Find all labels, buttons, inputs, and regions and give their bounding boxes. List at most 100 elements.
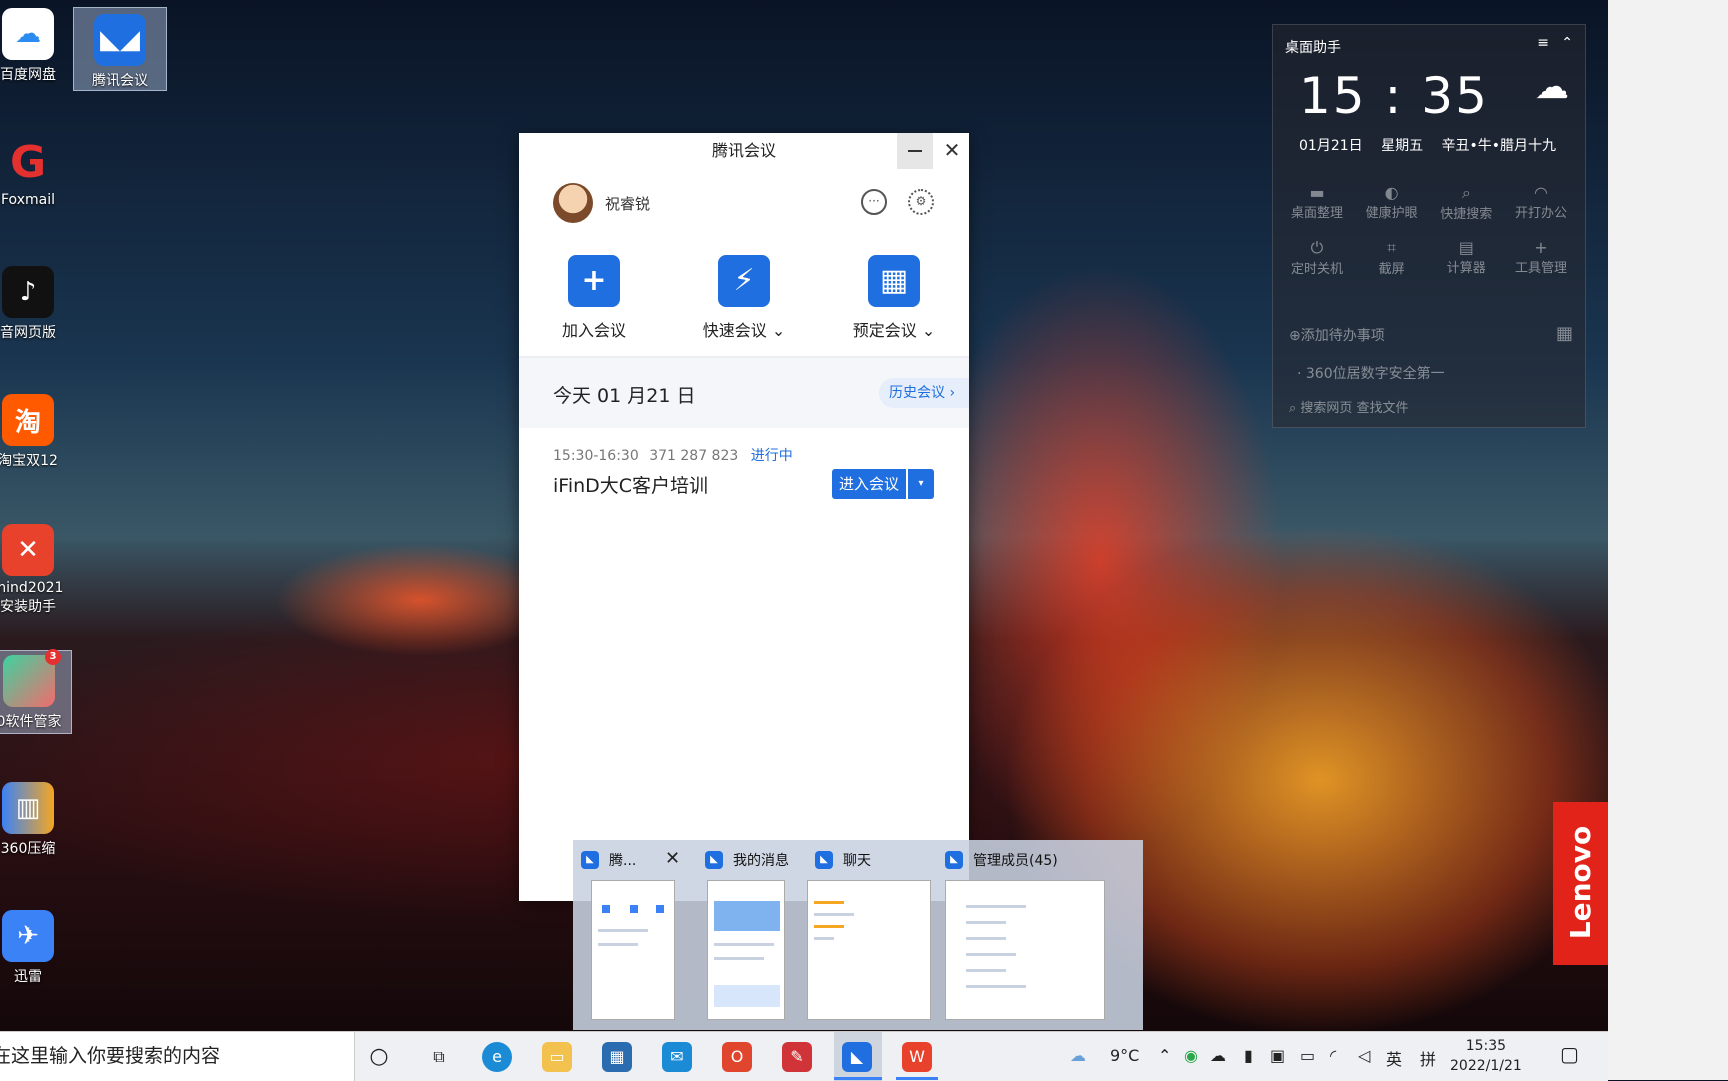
preview-window-main[interactable]: ◣ 腾... ✕ — [573, 840, 695, 1030]
desktop-icon-label: 360压缩 — [0, 841, 56, 857]
onedrive-icon[interactable]: ☁ — [1210, 1046, 1226, 1065]
tencent-meeting-icon: ◣ — [945, 851, 963, 869]
notification-center-icon[interactable]: ▢ — [1560, 1042, 1579, 1066]
microsoft-store-icon[interactable]: ▦ — [602, 1042, 632, 1072]
desktop-icon-label: 0软件管家 — [0, 714, 62, 730]
foxmail-icon: G — [9, 136, 47, 188]
microphone-icon[interactable]: ▮ — [1244, 1046, 1253, 1065]
tool-eye-care[interactable]: ◐ 健康护眼 — [1358, 183, 1426, 222]
edge-browser-icon[interactable]: e — [482, 1042, 512, 1072]
tencent-meeting-icon: ◣◢ — [94, 14, 146, 66]
ime-language[interactable]: 英 — [1386, 1046, 1402, 1070]
quick-meeting-button[interactable]: ⚡ 快速会议 ⌄ — [689, 255, 799, 341]
power-icon: ⏻ — [1310, 238, 1324, 257]
tool-calculator[interactable]: ▤ 计算器 — [1432, 238, 1500, 277]
desktop-icon-label: 百度网盘 — [0, 67, 56, 83]
desktop-icon-baidu-netdisk[interactable]: ☁ 百度网盘 — [0, 8, 70, 84]
search-icon: ⌕ — [1461, 183, 1471, 202]
close-button[interactable]: ✕ — [935, 133, 969, 169]
news-item[interactable]: · 360位居数字安全第一 — [1297, 363, 1445, 383]
clock-time: 15:35 — [1465, 1038, 1507, 1054]
widget-search-links[interactable]: ⌕ 搜索网页 查找文件 — [1289, 397, 1409, 416]
history-meetings-button[interactable]: 历史会议 › — [879, 378, 969, 408]
join-meeting-button[interactable]: + 加入会议 — [539, 255, 649, 341]
organize-icon: ▬ — [1309, 183, 1325, 202]
avatar[interactable] — [553, 183, 593, 223]
qr-code-icon[interactable]: ▦ — [1556, 323, 1573, 344]
minimize-button[interactable] — [897, 133, 933, 169]
widget-title: 桌面助手 — [1285, 40, 1341, 56]
gear-icon[interactable]: ⚙ — [908, 189, 934, 215]
tencent-meeting-icon: ◣ — [581, 851, 599, 869]
tool-scheduled-shutdown[interactable]: ⏻ 定时关机 — [1283, 238, 1351, 277]
desktop-icon-xmind[interactable]: ✕ mind2021 安装助手 — [0, 524, 70, 616]
widget-date-day: 01月21日 — [1299, 138, 1363, 154]
tool-manage[interactable]: + 工具管理 — [1507, 238, 1575, 277]
display-icon[interactable]: ▣ — [1270, 1046, 1285, 1065]
meeting-meta: 15:30-16:30 371 287 823 进行中 — [553, 445, 793, 465]
chevron-down-icon[interactable]: ⌄ — [772, 321, 785, 340]
today-label: 今天 01 月21 日 — [553, 385, 696, 407]
notification-badge: 3 — [45, 649, 61, 665]
ime-mode[interactable]: 拼 — [1420, 1046, 1436, 1070]
security-icon[interactable]: ◉ — [1184, 1046, 1198, 1065]
day-header: 今天 01 月21 日 历史会议 › — [519, 358, 969, 428]
user-profile[interactable]: 祝睿锐 — [553, 181, 650, 225]
taskbar-search-box[interactable]: 在这里输入你要搜索的内容 — [0, 1032, 355, 1081]
enter-meeting-dropdown[interactable]: ▾ — [908, 469, 934, 499]
tool-screenshot[interactable]: ⌗ 截屏 — [1358, 238, 1426, 277]
cloud-weather-icon[interactable]: ☁ — [1535, 67, 1569, 107]
desktop-icon-360-zip[interactable]: ▥ 360压缩 — [0, 782, 70, 858]
collapse-icon[interactable]: ⌃ — [1561, 35, 1573, 51]
volume-icon[interactable]: ◁ — [1358, 1046, 1370, 1065]
window-title: 腾讯会议 ✕ — [519, 133, 969, 169]
preview-window-messages[interactable]: ◣ 我的消息 — [697, 840, 805, 1030]
taskbar: 在这里输入你要搜索的内容 ○ ⧉ e ▭ ▦ ✉ O ✎ ◣ W ☁ 9°C ⌃… — [0, 1031, 1608, 1081]
pdf-reader-icon[interactable]: ✎ — [782, 1042, 812, 1072]
add-todo-button[interactable]: ⊕添加待办事项 — [1289, 325, 1385, 345]
widget-date: 01月21日 星期五 辛丑•牛•腊月十九 — [1299, 135, 1570, 155]
preview-thumbnail[interactable] — [807, 880, 931, 1020]
plus-icon: + — [568, 255, 620, 307]
desktop-icon-xunlei[interactable]: ✈ 迅雷 — [0, 910, 70, 986]
desktop-icon-tencent-meeting[interactable]: ◣◢ 腾讯会议 — [73, 7, 167, 91]
schedule-meeting-button[interactable]: ▦ 预定会议 ⌄ — [839, 255, 949, 341]
meeting-name[interactable]: iFinD大C客户培训 — [553, 471, 708, 498]
close-icon[interactable]: ✕ — [665, 848, 680, 869]
cortana-icon[interactable]: ○ — [364, 1042, 394, 1072]
calendar-icon: ▦ — [868, 255, 920, 307]
preview-window-members[interactable]: ◣ 管理成员(45) — [937, 840, 1143, 1030]
file-explorer-icon[interactable]: ▭ — [542, 1042, 572, 1072]
enter-meeting-button[interactable]: 进入会议 — [832, 469, 906, 499]
desktop-icon-label: 音网页版 — [0, 325, 56, 341]
clock-date: 2022/1/21 — [1450, 1058, 1522, 1074]
weather-temperature[interactable]: 9°C — [1110, 1046, 1139, 1065]
preview-window-chat[interactable]: ◣ 聊天 — [807, 840, 935, 1030]
weather-icon[interactable]: ☁ — [1070, 1046, 1086, 1065]
lightning-icon: ⚡ — [718, 255, 770, 307]
desktop-icon-foxmail[interactable]: G Foxmail — [0, 136, 70, 209]
chevron-down-icon[interactable]: ⌄ — [922, 321, 935, 340]
desktop-icon-douyin[interactable]: ♪ 音网页版 — [0, 266, 70, 342]
message-icon[interactable]: ··· — [861, 189, 887, 215]
preview-thumbnail[interactable] — [591, 880, 675, 1020]
office-icon[interactable]: O — [722, 1042, 752, 1072]
task-view-icon[interactable]: ⧉ — [424, 1042, 454, 1072]
wifi-icon[interactable]: ◜ — [1330, 1046, 1336, 1065]
battery-icon[interactable]: ▭ — [1300, 1046, 1315, 1065]
tencent-meeting-icon: ◣ — [815, 851, 833, 869]
tencent-meeting-taskbar-icon[interactable]: ◣ — [842, 1042, 872, 1072]
wps-icon[interactable]: W — [902, 1042, 932, 1072]
mail-icon[interactable]: ✉ — [662, 1042, 692, 1072]
show-hidden-icons[interactable]: ⌃ — [1158, 1046, 1171, 1065]
desktop-icon-software-manager[interactable]: 3 0软件管家 — [0, 649, 72, 734]
minimize-icon — [908, 150, 922, 152]
menu-icon[interactable]: ≡ — [1537, 35, 1549, 51]
tool-quick-search[interactable]: ⌕ 快捷搜索 — [1432, 183, 1500, 222]
tool-office[interactable]: ◠ 开打办公 — [1507, 183, 1575, 222]
preview-thumbnail[interactable] — [707, 880, 785, 1020]
taskbar-clock[interactable]: 15:35 2022/1/21 — [1450, 1036, 1522, 1076]
desktop-icon-taobao[interactable]: 淘 淘宝双12 — [0, 394, 70, 470]
tool-desktop-organize[interactable]: ▬ 桌面整理 — [1283, 183, 1351, 222]
preview-thumbnail[interactable] — [945, 880, 1105, 1020]
